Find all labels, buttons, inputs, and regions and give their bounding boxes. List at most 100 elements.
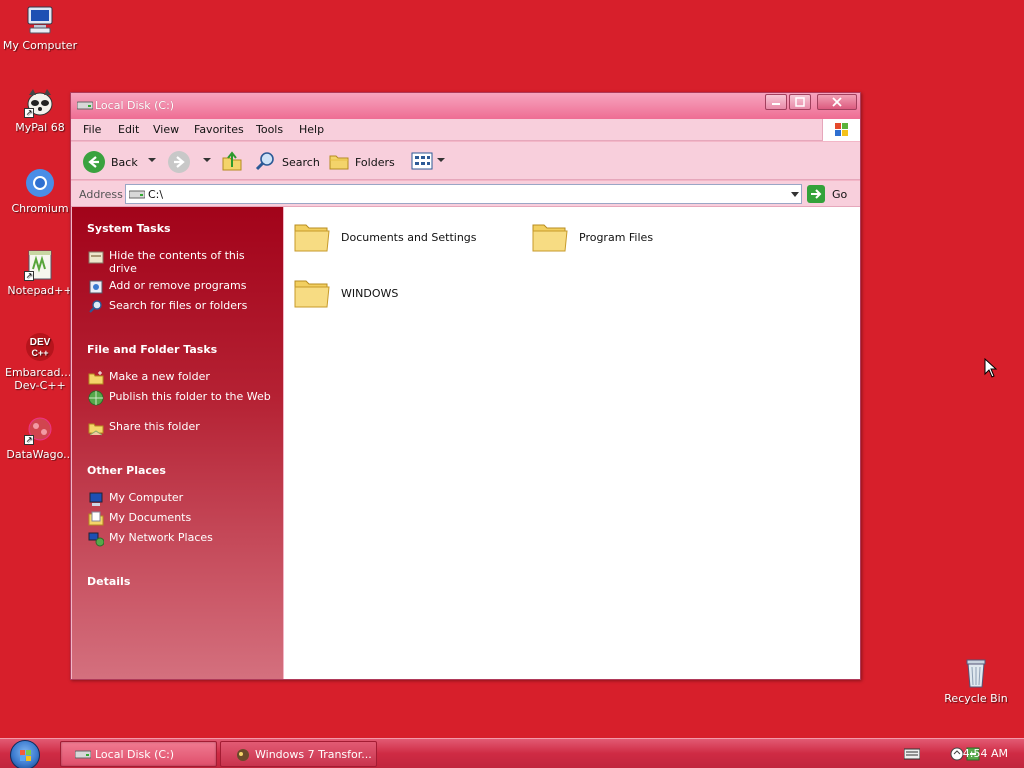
file-folder-tasks-heading[interactable]: File and Folder Tasks: [87, 343, 217, 356]
menu-help[interactable]: Help: [299, 123, 324, 136]
folder-documents-and-settings[interactable]: Documents and Settings: [293, 217, 477, 258]
place-my-network[interactable]: My Network Places: [88, 531, 273, 547]
back-button[interactable]: Back: [83, 150, 138, 174]
app-icon: [235, 748, 251, 761]
task-hide-contents[interactable]: Hide the contents of this drive: [88, 249, 273, 275]
taskbar: Local Disk (C:) Windows 7 Transfor... 4:…: [0, 738, 1024, 768]
taskbar-button-label: Local Disk (C:): [95, 747, 175, 761]
folder-program-files[interactable]: Program Files: [531, 217, 653, 258]
address-label: Address: [79, 188, 123, 201]
close-icon: [832, 97, 842, 107]
forward-arrow-icon: [168, 151, 190, 173]
explorer-window[interactable]: Local Disk (C:) File Edit View Favorites…: [70, 92, 861, 680]
maximize-button[interactable]: [789, 94, 811, 110]
place-my-computer[interactable]: My Computer: [88, 491, 273, 507]
mouse-cursor-icon: [984, 357, 998, 381]
details-heading[interactable]: Details: [87, 575, 130, 588]
taskbar-button-windows7-transformation[interactable]: Windows 7 Transfor...: [220, 741, 377, 767]
back-arrow-icon: [83, 151, 105, 173]
drive-icon: [74, 748, 92, 760]
shortcut-arrow-icon: ↗: [24, 435, 34, 445]
chromium-icon: [24, 167, 56, 199]
task-publish-web[interactable]: Publish this folder to the Web: [88, 390, 273, 406]
forward-button[interactable]: [168, 150, 190, 174]
drive-icon: [128, 189, 146, 202]
desktop-icon-label: Embarcadero Dev-C++: [5, 366, 75, 392]
desktop-icon-devcpp[interactable]: DEV C++ Embarcadero Dev-C++: [1, 331, 79, 392]
folder-icon: [293, 273, 331, 314]
new-folder-icon: [88, 370, 104, 386]
datawagon-icon: ↗: [24, 413, 56, 445]
system-tasks-heading[interactable]: System Tasks: [87, 222, 171, 235]
desktop-icon-label: Recycle Bin: [944, 692, 1008, 705]
task-add-remove-programs[interactable]: Add or remove programs: [88, 279, 273, 295]
notepad-plus-plus-icon: ↗: [24, 249, 56, 281]
views-button[interactable]: [411, 150, 433, 174]
address-input[interactable]: C:\: [125, 184, 802, 204]
desktop-icon-label: Notepad++: [7, 284, 73, 297]
menu-favorites[interactable]: Favorites: [194, 123, 244, 136]
task-pane: System Tasks Hide the contents of this d…: [72, 207, 283, 679]
desktop-icon-label: My Computer: [2, 39, 78, 52]
views-dropdown-icon[interactable]: [437, 158, 445, 162]
recycle-bin-icon: [960, 657, 992, 689]
folder-icon: [293, 217, 331, 258]
place-my-documents[interactable]: My Documents: [88, 511, 273, 527]
my-computer-icon: [88, 491, 104, 507]
address-bar: Address C:\ Go: [71, 181, 860, 207]
desktop-icon-notepadpp[interactable]: ↗ Notepad++: [1, 249, 79, 297]
search-icon: [255, 150, 277, 175]
start-button[interactable]: [10, 740, 40, 768]
menu-file[interactable]: File: [83, 123, 101, 136]
close-button[interactable]: [817, 94, 857, 110]
folder-icon: [531, 217, 569, 258]
folders-button[interactable]: Folders: [328, 150, 395, 174]
search-label: Search: [282, 155, 320, 169]
go-button[interactable]: Go: [807, 184, 847, 204]
menu-edit[interactable]: Edit: [118, 123, 139, 136]
minimize-button[interactable]: [765, 94, 787, 110]
network-places-icon: [88, 531, 105, 547]
views-icon: [411, 150, 433, 175]
svg-text:C++: C++: [31, 348, 48, 358]
other-places-heading[interactable]: Other Places: [87, 464, 166, 477]
desktop-icon-chromium[interactable]: Chromium: [1, 167, 79, 215]
desktop-icon-recycle-bin[interactable]: Recycle Bin: [937, 657, 1015, 705]
desktop-icon-label: Chromium: [11, 202, 69, 215]
desktop-icon-datawago[interactable]: ↗ DataWago...: [1, 413, 79, 461]
search-button[interactable]: Search: [255, 150, 320, 174]
menu-tools[interactable]: Tools: [256, 123, 283, 136]
up-folder-button[interactable]: [221, 150, 243, 174]
shortcut-arrow-icon: ↗: [24, 108, 34, 118]
file-list[interactable]: Documents and Settings Program Files WIN…: [284, 207, 860, 679]
title-bar[interactable]: Local Disk (C:): [71, 93, 860, 119]
window-title: Local Disk (C:): [95, 99, 175, 112]
desktop-icon-label: DataWago...: [6, 448, 74, 461]
desktop-icon-my-computer[interactable]: My Computer: [1, 4, 79, 52]
address-value: C:\: [148, 188, 164, 201]
drive-icon: [76, 100, 94, 110]
desktop-icon-mypal[interactable]: ↗ MyPal 68: [1, 86, 79, 134]
go-label: Go: [832, 187, 848, 201]
keyboard-icon[interactable]: [903, 748, 921, 763]
task-new-folder[interactable]: Make a new folder: [88, 370, 273, 386]
task-share-folder[interactable]: Share this folder: [88, 420, 273, 436]
taskbar-clock[interactable]: 4:54 AM: [963, 747, 1008, 760]
shortcut-arrow-icon: ↗: [24, 271, 34, 281]
windows-start-icon: [20, 750, 31, 761]
address-dropdown-icon[interactable]: [791, 192, 799, 197]
add-remove-programs-icon: [88, 279, 104, 295]
my-documents-icon: [88, 511, 104, 527]
task-search-files[interactable]: Search for files or folders: [88, 299, 273, 315]
folder-windows[interactable]: WINDOWS: [293, 273, 398, 314]
maximize-icon: [795, 97, 805, 107]
taskbar-button-local-disk[interactable]: Local Disk (C:): [60, 741, 217, 767]
folders-label: Folders: [355, 155, 395, 169]
toolbar: Back Search Folders: [71, 142, 860, 180]
dev-cpp-icon: DEV C++: [24, 331, 56, 363]
menu-view[interactable]: View: [153, 123, 179, 136]
folder-label: Program Files: [579, 231, 654, 244]
share-folder-icon: [88, 420, 104, 436]
forward-dropdown-icon[interactable]: [203, 158, 211, 162]
back-dropdown-icon[interactable]: [148, 158, 156, 162]
